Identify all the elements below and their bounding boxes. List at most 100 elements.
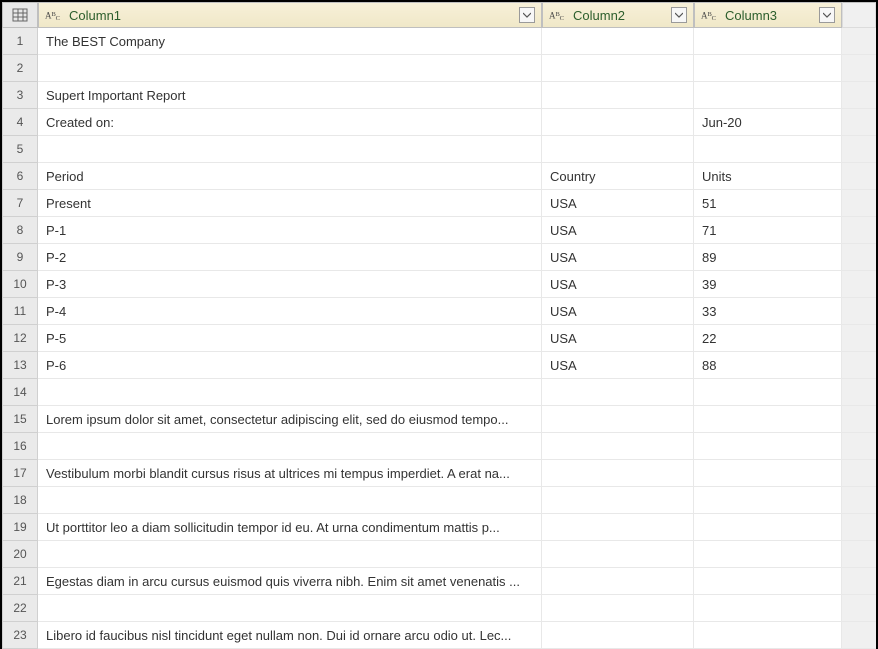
row-number[interactable]: 5 <box>2 136 38 163</box>
table-cell[interactable] <box>694 82 842 109</box>
table-cell[interactable] <box>694 568 842 595</box>
column-header-column3[interactable]: A B C Column3 <box>694 2 842 28</box>
table-cell[interactable]: USA <box>542 325 694 352</box>
table-cell[interactable]: Lorem ipsum dolor sit amet, consectetur … <box>38 406 542 433</box>
table-cell[interactable]: 51 <box>694 190 842 217</box>
column-header-column2[interactable]: A B C Column2 <box>542 2 694 28</box>
table-cell[interactable]: 88 <box>694 352 842 379</box>
table-cell[interactable] <box>694 541 842 568</box>
table-cell[interactable]: Supert Important Report <box>38 82 542 109</box>
table-cell[interactable] <box>542 514 694 541</box>
column-header-column1[interactable]: A B C Column1 <box>38 2 542 28</box>
row-number[interactable]: 9 <box>2 244 38 271</box>
table-cell[interactable] <box>694 379 842 406</box>
table-cell[interactable] <box>542 595 694 622</box>
row-number[interactable]: 23 <box>2 622 38 649</box>
row-gutter <box>842 406 876 433</box>
table-cell[interactable]: P-6 <box>38 352 542 379</box>
table-cell[interactable]: P-5 <box>38 325 542 352</box>
table-cell[interactable] <box>542 622 694 649</box>
table-cell[interactable] <box>542 379 694 406</box>
table-cell[interactable] <box>542 28 694 55</box>
table-cell[interactable] <box>694 487 842 514</box>
table-cell[interactable]: P-3 <box>38 271 542 298</box>
table-cell[interactable]: Present <box>38 190 542 217</box>
table-cell[interactable] <box>694 28 842 55</box>
row-number[interactable]: 21 <box>2 568 38 595</box>
row-number[interactable]: 13 <box>2 352 38 379</box>
table-cell[interactable]: USA <box>542 190 694 217</box>
table-cell[interactable] <box>694 433 842 460</box>
row-number[interactable]: 19 <box>2 514 38 541</box>
row-number[interactable]: 16 <box>2 433 38 460</box>
table-cell[interactable]: Egestas diam in arcu cursus euismod quis… <box>38 568 542 595</box>
table-cell[interactable] <box>38 136 542 163</box>
row-number[interactable]: 18 <box>2 487 38 514</box>
table-cell[interactable]: P-2 <box>38 244 542 271</box>
filter-dropdown-button[interactable] <box>819 7 835 23</box>
table-cell[interactable]: USA <box>542 271 694 298</box>
row-number[interactable]: 6 <box>2 163 38 190</box>
table-cell[interactable]: USA <box>542 217 694 244</box>
table-cell[interactable] <box>694 406 842 433</box>
row-number[interactable]: 14 <box>2 379 38 406</box>
table-cell[interactable]: USA <box>542 352 694 379</box>
row-number[interactable]: 7 <box>2 190 38 217</box>
table-cell[interactable] <box>38 595 542 622</box>
table-cell[interactable] <box>542 136 694 163</box>
table-cell[interactable]: 39 <box>694 271 842 298</box>
table-cell[interactable] <box>542 55 694 82</box>
table-cell[interactable]: USA <box>542 298 694 325</box>
row-number[interactable]: 17 <box>2 460 38 487</box>
table-cell[interactable] <box>38 487 542 514</box>
table-cell[interactable]: Country <box>542 163 694 190</box>
table-cell[interactable] <box>694 136 842 163</box>
table-cell[interactable] <box>38 541 542 568</box>
table-cell[interactable] <box>542 487 694 514</box>
row-number[interactable]: 2 <box>2 55 38 82</box>
table-cell[interactable]: P-1 <box>38 217 542 244</box>
table-cell[interactable]: USA <box>542 244 694 271</box>
table-cell[interactable] <box>694 55 842 82</box>
table-cell[interactable] <box>694 622 842 649</box>
table-cell[interactable]: Units <box>694 163 842 190</box>
table-cell[interactable] <box>694 514 842 541</box>
row-number[interactable]: 20 <box>2 541 38 568</box>
table-cell[interactable] <box>542 109 694 136</box>
table-cell[interactable]: Jun-20 <box>694 109 842 136</box>
table-cell[interactable]: 22 <box>694 325 842 352</box>
table-cell[interactable]: Libero id faucibus nisl tincidunt eget n… <box>38 622 542 649</box>
table-cell[interactable] <box>38 55 542 82</box>
table-cell[interactable]: Ut porttitor leo a diam sollicitudin tem… <box>38 514 542 541</box>
table-cell[interactable] <box>38 379 542 406</box>
row-number[interactable]: 22 <box>2 595 38 622</box>
filter-dropdown-button[interactable] <box>671 7 687 23</box>
table-cell[interactable]: P-4 <box>38 298 542 325</box>
table-cell[interactable]: 89 <box>694 244 842 271</box>
row-number[interactable]: 15 <box>2 406 38 433</box>
row-number[interactable]: 8 <box>2 217 38 244</box>
table-cell[interactable]: Period <box>38 163 542 190</box>
row-number[interactable]: 12 <box>2 325 38 352</box>
select-all-corner[interactable] <box>2 2 38 28</box>
table-cell[interactable] <box>694 460 842 487</box>
table-cell[interactable] <box>38 433 542 460</box>
table-cell[interactable]: The BEST Company <box>38 28 542 55</box>
row-number[interactable]: 1 <box>2 28 38 55</box>
row-number[interactable]: 4 <box>2 109 38 136</box>
table-cell[interactable]: Vestibulum morbi blandit cursus risus at… <box>38 460 542 487</box>
table-cell[interactable]: 71 <box>694 217 842 244</box>
table-cell[interactable] <box>694 595 842 622</box>
table-cell[interactable] <box>542 460 694 487</box>
table-cell[interactable] <box>542 82 694 109</box>
row-number[interactable]: 10 <box>2 271 38 298</box>
table-cell[interactable] <box>542 541 694 568</box>
table-cell[interactable] <box>542 406 694 433</box>
table-cell[interactable]: Created on: <box>38 109 542 136</box>
table-cell[interactable] <box>542 568 694 595</box>
table-cell[interactable] <box>542 433 694 460</box>
row-number[interactable]: 3 <box>2 82 38 109</box>
filter-dropdown-button[interactable] <box>519 7 535 23</box>
table-cell[interactable]: 33 <box>694 298 842 325</box>
row-number[interactable]: 11 <box>2 298 38 325</box>
